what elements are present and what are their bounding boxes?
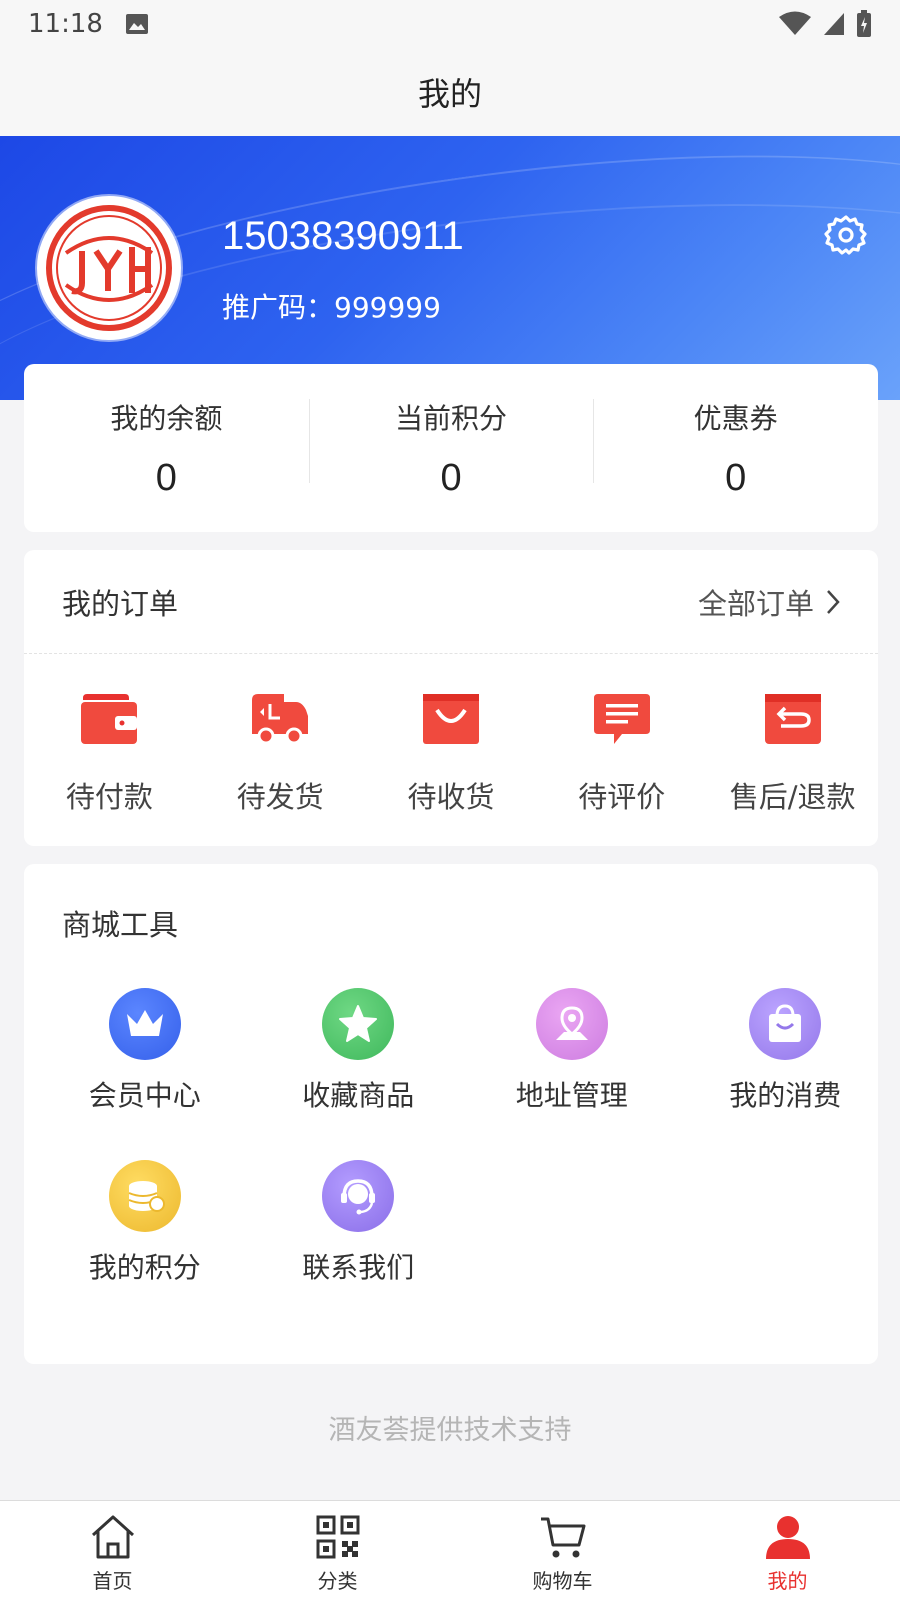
- stat-label: 我的余额: [110, 401, 223, 435]
- status-bar: 11:18: [0, 0, 900, 48]
- tool-favorites[interactable]: 收藏商品: [238, 988, 452, 1114]
- jyh-logo-icon: [46, 205, 172, 331]
- tool-label: 我的消费: [729, 1079, 842, 1112]
- bottom-tab-bar: 首页 分类 购物车 我的: [0, 1500, 900, 1600]
- tab-category[interactable]: 分类: [225, 1501, 450, 1600]
- tab-mine[interactable]: 我的: [675, 1501, 900, 1600]
- order-pending-receipt[interactable]: 待收货: [366, 692, 537, 816]
- tab-label: 分类: [317, 1569, 358, 1593]
- crown-icon: [108, 988, 181, 1060]
- tool-member-center[interactable]: 会员中心: [24, 988, 238, 1114]
- refund-icon: [764, 694, 821, 744]
- coins-icon: [108, 1160, 181, 1232]
- order-status-row: 待付款 待发货 待收货 待评价 售后/退款: [24, 654, 878, 816]
- order-pending-shipment[interactable]: 待发货: [195, 692, 366, 816]
- stat-value: 0: [725, 456, 747, 499]
- promo-code-line: 推广码：999999: [222, 286, 441, 326]
- page-title-bar: 我的: [0, 48, 900, 136]
- battery-icon: [857, 10, 871, 37]
- order-status-label: 待评价: [578, 780, 666, 814]
- user-icon: [765, 1516, 810, 1559]
- order-pending-review[interactable]: 待评价: [536, 692, 707, 816]
- account-stats-card: 我的余额 0 当前积分 0 优惠券 0: [24, 364, 878, 532]
- settings-gear-icon[interactable]: [824, 214, 868, 258]
- headset-icon: [322, 1160, 395, 1232]
- order-status-label: 待发货: [236, 780, 324, 814]
- orders-title: 我的订单: [62, 586, 179, 621]
- tool-my-spending[interactable]: 我的消费: [665, 988, 879, 1114]
- shopping-bag-icon: [749, 988, 822, 1060]
- all-orders-link[interactable]: 全部订单: [698, 581, 840, 623]
- tab-label: 购物车: [532, 1569, 593, 1593]
- order-pending-payment[interactable]: 待付款: [24, 692, 195, 816]
- tool-label: 我的积分: [88, 1251, 201, 1284]
- mall-tools-card: 商城工具 会员中心 收藏商品 地址管理 我的消费 我的积分 联系我们: [24, 864, 878, 1364]
- bag-icon: [422, 694, 479, 744]
- tool-label: 会员中心: [88, 1079, 201, 1112]
- image-notification-icon: [125, 14, 148, 34]
- stat-label: 优惠券: [693, 401, 778, 435]
- tool-address-management[interactable]: 地址管理: [451, 988, 665, 1114]
- wallet-icon: [81, 694, 138, 744]
- tech-support-note: 酒友荟提供技术支持: [328, 1415, 572, 1446]
- tools-grid: 会员中心 收藏商品 地址管理 我的消费 我的积分 联系我们: [24, 988, 878, 1286]
- star-icon: [322, 988, 395, 1060]
- tool-label: 联系我们: [302, 1251, 415, 1284]
- tools-title: 商城工具: [62, 908, 179, 942]
- page-title: 我的: [417, 75, 482, 113]
- avatar[interactable]: [37, 196, 181, 340]
- tool-contact-us[interactable]: 联系我们: [238, 1160, 452, 1286]
- promo-code-value: 999999: [334, 291, 441, 324]
- qr-grid-icon: [316, 1515, 359, 1559]
- tool-label: 收藏商品: [302, 1079, 415, 1112]
- stat-balance[interactable]: 我的余额 0: [24, 397, 309, 500]
- truck-icon: [252, 694, 309, 745]
- order-status-label: 待收货: [407, 780, 495, 814]
- stat-coupons[interactable]: 优惠券 0: [593, 397, 878, 500]
- stat-value: 0: [440, 456, 462, 499]
- signal-icon: [824, 13, 844, 35]
- stat-points[interactable]: 当前积分 0: [308, 397, 594, 500]
- all-orders-label: 全部订单: [697, 586, 814, 621]
- my-orders-card: 我的订单 全部订单 待付款 待发货 待收货 待评价 售后/退款: [24, 550, 878, 846]
- tool-label: 地址管理: [515, 1079, 628, 1112]
- orders-header: 我的订单 全部订单: [24, 550, 878, 654]
- home-icon: [91, 1515, 134, 1559]
- profile-header: 15038390911 推广码：999999: [0, 136, 900, 400]
- tab-cart[interactable]: 购物车: [450, 1501, 675, 1600]
- stat-value: 0: [155, 456, 177, 499]
- chevron-right-icon: [827, 589, 840, 614]
- tab-label: 我的: [767, 1569, 808, 1593]
- user-phone: 15038390911: [222, 214, 464, 258]
- cart-icon: [540, 1517, 585, 1558]
- status-time: 11:18: [28, 9, 103, 39]
- order-after-sales[interactable]: 售后/退款: [707, 692, 878, 816]
- promo-code-label: 推广码：: [222, 291, 335, 324]
- tab-label: 首页: [92, 1569, 133, 1593]
- order-status-label: 待付款: [65, 780, 153, 814]
- tab-home[interactable]: 首页: [0, 1501, 225, 1600]
- wifi-icon: [779, 11, 811, 35]
- location-icon: [535, 988, 608, 1060]
- order-status-label: 售后/退款: [729, 780, 856, 814]
- stat-label: 当前积分: [395, 401, 508, 435]
- tool-my-points[interactable]: 我的积分: [24, 1160, 238, 1286]
- comment-icon: [593, 694, 650, 744]
